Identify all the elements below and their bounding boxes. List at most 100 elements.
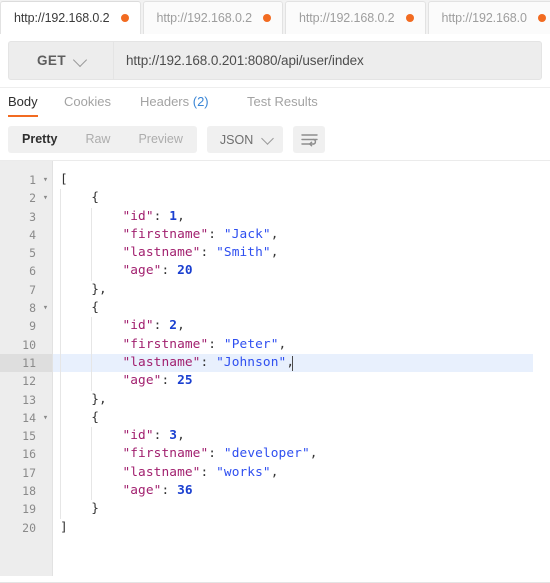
unsaved-dot-icon — [405, 14, 414, 22]
line-number: 18 — [22, 484, 36, 499]
unsaved-dot-icon — [537, 14, 546, 22]
line-content: "id": 1, — [122, 208, 185, 224]
editor-line[interactable]: 16 "firstname": "developer", — [0, 445, 550, 464]
fold-toggle-icon[interactable]: ▾ — [41, 299, 50, 317]
line-number: 9 — [29, 319, 36, 334]
editor-line[interactable]: 19 } — [0, 500, 550, 519]
fold-toggle-icon[interactable]: ▾ — [41, 189, 50, 207]
response-tab-label: Cookies — [64, 94, 111, 109]
request-tab-title: http://192.168.0 — [441, 11, 527, 25]
request-tab[interactable]: http://192.168.0 — [427, 1, 550, 34]
request-tab[interactable]: http://192.168.0.2 — [285, 1, 426, 34]
request-url-row: GET http://192.168.0.201:8080/api/user/i… — [0, 34, 550, 88]
line-content: "firstname": "Jack", — [122, 226, 279, 242]
line-content: { — [60, 190, 100, 206]
response-tab-label: Test Results — [247, 94, 318, 109]
editor-line[interactable]: 3 "id": 1, — [0, 207, 550, 226]
response-view-mode-group[interactable]: Pretty Raw Preview — [8, 126, 197, 153]
editor-line[interactable]: 13 }, — [0, 390, 550, 409]
response-body-editor[interactable]: 1 ▾[2 ▾ {3 "id": 1, 4 "firstname": "Jack", 5… — [0, 160, 550, 583]
text-caret — [291, 355, 293, 371]
line-content: "lastname": "works", — [122, 464, 279, 480]
line-number: 11 — [22, 355, 36, 370]
editor-line[interactable]: 4 "firstname": "Jack", — [0, 225, 550, 245]
response-tab-headers[interactable]: Headers (2) — [140, 94, 209, 116]
unsaved-dot-icon — [120, 14, 129, 22]
chevron-down-icon — [261, 132, 275, 145]
line-content: "lastname": "Smith", — [122, 245, 279, 261]
line-number: 15 — [22, 429, 36, 444]
response-language-selector[interactable]: JSON — [206, 126, 284, 153]
request-tab-strip[interactable]: http://192.168.0.2 http://192.168.0.2 http… — [0, 0, 550, 35]
line-number: 14 — [22, 410, 36, 425]
line-content: }, — [60, 391, 107, 407]
editor-line[interactable]: 2 ▾ { — [0, 189, 550, 208]
chevron-down-icon — [72, 52, 88, 67]
line-content: }, — [60, 281, 107, 297]
line-content: { — [60, 409, 100, 425]
line-content: } — [60, 501, 100, 517]
editor-line[interactable]: 1 ▾ [ — [0, 171, 550, 189]
editor-line[interactable]: 15 "id": 3, — [0, 427, 550, 446]
editor-line[interactable]: 20] — [0, 519, 550, 537]
view-mode-preview[interactable]: Preview — [124, 126, 196, 153]
editor-line[interactable]: 6 "age": 20 — [0, 262, 550, 281]
response-tab-count: (2) — [189, 94, 209, 109]
line-content: ] — [60, 519, 68, 535]
response-tab-body[interactable]: Body — [8, 94, 38, 117]
line-number: 4 — [29, 227, 36, 242]
line-content: "age": 20 — [122, 263, 193, 279]
fold-toggle-icon[interactable]: ▾ — [41, 171, 50, 189]
editor-line[interactable]: 11 "lastname": "Johnson", — [0, 353, 550, 373]
editor-lines: 1 ▾[2 ▾ {3 "id": 1, 4 "firstname": "Jack", 5… — [0, 171, 550, 537]
line-number: 1 — [29, 173, 36, 187]
editor-line[interactable]: 18 "age": 36 — [0, 482, 550, 501]
line-number: 6 — [29, 264, 36, 279]
line-content: [ — [60, 172, 68, 187]
response-tab-test-results[interactable]: Test Results — [247, 94, 318, 116]
word-wrap-toggle-button[interactable] — [293, 126, 326, 153]
line-content: "age": 36 — [122, 483, 193, 499]
line-number: 20 — [22, 520, 36, 535]
view-mode-pretty[interactable]: Pretty — [8, 126, 71, 153]
line-number: 5 — [29, 246, 36, 261]
editor-line[interactable]: 8 ▾ { — [0, 299, 550, 318]
line-content: "id": 3, — [122, 428, 185, 444]
line-content: "age": 25 — [122, 373, 193, 389]
editor-line[interactable]: 9 "id": 2, — [0, 317, 550, 336]
request-tab[interactable]: http://192.168.0.2 — [0, 1, 141, 34]
fold-toggle-icon[interactable]: ▾ — [41, 409, 50, 427]
line-number: 10 — [22, 337, 36, 352]
editor-line[interactable]: 12 "age": 25 — [0, 372, 550, 391]
http-method-selector[interactable]: GET — [8, 41, 113, 80]
editor-line[interactable]: 7 }, — [0, 280, 550, 300]
line-number: 17 — [22, 465, 36, 480]
line-content: "lastname": "Johnson", — [122, 354, 295, 370]
line-number: 13 — [22, 392, 36, 407]
line-number: 7 — [29, 282, 36, 297]
line-number: 2 — [29, 191, 36, 206]
editor-line[interactable]: 5 "lastname": "Smith", — [0, 244, 550, 263]
response-tab-label: Body — [8, 94, 38, 109]
request-url-input[interactable]: http://192.168.0.201:8080/api/user/index — [113, 41, 542, 80]
request-url-value: http://192.168.0.201:8080/api/user/index — [126, 53, 364, 68]
http-method-label: GET — [37, 53, 66, 68]
editor-line[interactable]: 17 "lastname": "works", — [0, 463, 550, 483]
editor-line[interactable]: 14 ▾ { — [0, 408, 550, 428]
line-content: "id": 2, — [122, 318, 185, 334]
response-format-toolbar: Pretty Raw Preview JSON — [0, 119, 550, 160]
response-section-tabs[interactable]: Body Cookies Headers (2) Test Results — [0, 88, 550, 120]
request-tab-title: http://192.168.0.2 — [14, 11, 110, 25]
response-language-label: JSON — [219, 132, 254, 147]
line-number: 8 — [29, 301, 36, 316]
editor-line[interactable]: 10 "firstname": "Peter", — [0, 335, 550, 354]
line-content: "firstname": "developer", — [122, 446, 318, 462]
response-tab-cookies[interactable]: Cookies — [64, 94, 111, 116]
line-content: { — [60, 300, 100, 316]
request-tab-title: http://192.168.0.2 — [299, 11, 395, 25]
line-number: 3 — [29, 209, 36, 224]
request-tab[interactable]: http://192.168.0.2 — [142, 1, 284, 34]
word-wrap-icon — [301, 133, 318, 147]
request-tab-title: http://192.168.0.2 — [156, 11, 253, 25]
view-mode-raw[interactable]: Raw — [71, 126, 124, 153]
